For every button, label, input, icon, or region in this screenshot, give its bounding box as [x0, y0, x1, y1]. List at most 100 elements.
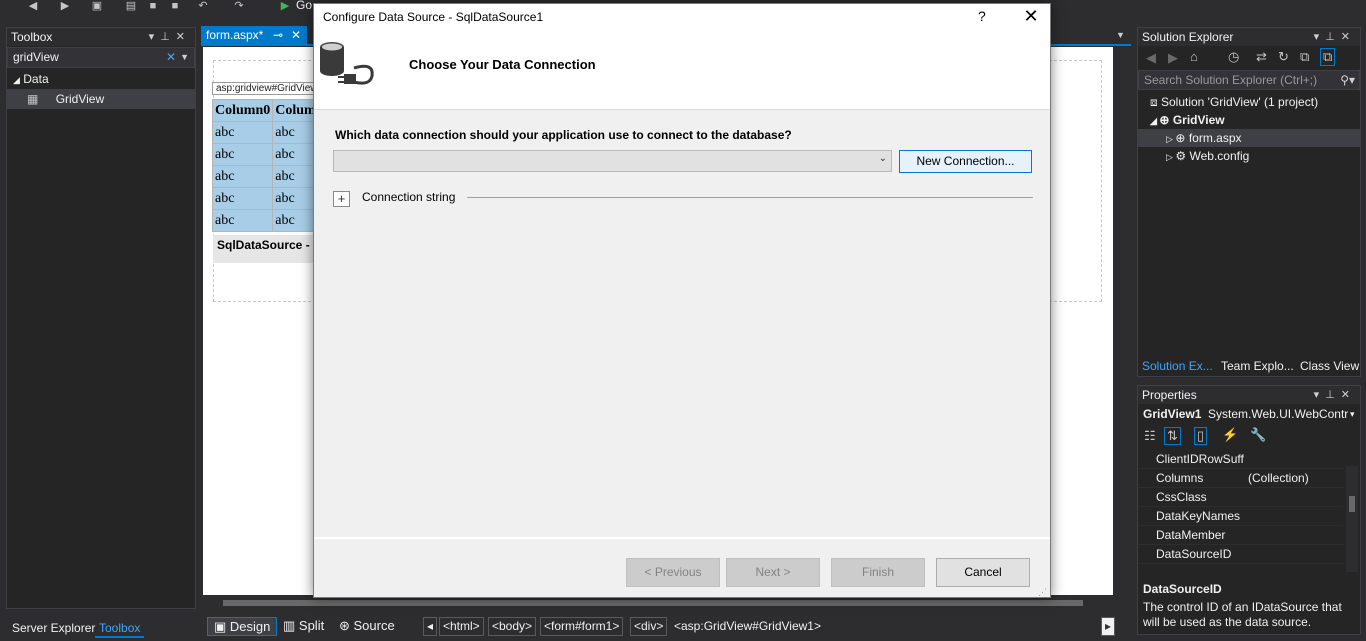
run-icon[interactable]: ▶: [278, 0, 292, 12]
tab-toolbox[interactable]: Toolbox: [95, 620, 145, 638]
grid-cell: abc: [211, 209, 274, 232]
close-icon[interactable]: ✕: [1341, 31, 1356, 43]
history-icon[interactable]: ◷: [1228, 49, 1239, 65]
next-button[interactable]: Next >: [726, 558, 820, 587]
dropdown-icon[interactable]: ▾: [149, 31, 161, 43]
tab-overflow-icon[interactable]: ▼: [1116, 30, 1125, 40]
sqldatasource-control[interactable]: SqlDataSource - SqlDataSource1: [213, 235, 323, 263]
view-design-button[interactable]: ▣ Design: [207, 617, 278, 636]
pin-icon[interactable]: ⊸: [273, 26, 283, 45]
new-project-icon[interactable]: ▣: [90, 0, 104, 12]
solution-explorer-search-input[interactable]: Search Solution Explorer (Ctrl+;) ⚲▾: [1138, 70, 1360, 90]
view-split-button[interactable]: ▥ Split: [277, 617, 330, 636]
categorized-icon[interactable]: ☷: [1144, 428, 1156, 444]
breadcrumb-item[interactable]: <div>: [630, 617, 668, 636]
collapse-all-icon[interactable]: ⧉: [1300, 49, 1309, 65]
design-icon: ▣: [214, 619, 230, 634]
scrollbar-thumb[interactable]: [1349, 496, 1355, 512]
collapse-icon[interactable]: ◢: [13, 75, 20, 85]
property-row[interactable]: CssClass: [1138, 488, 1343, 507]
properties-panel: Properties ▾⊥✕ GridView1 System.Web.UI.W…: [1137, 385, 1361, 635]
save-all-icon[interactable]: ■: [168, 0, 182, 12]
property-row[interactable]: DataSourceID: [1138, 545, 1343, 564]
home-icon[interactable]: ⌂: [1190, 49, 1198, 64]
save-icon[interactable]: ■: [146, 0, 160, 12]
pin-icon[interactable]: ⊥: [1325, 31, 1341, 43]
grid-cell: abc: [211, 121, 274, 144]
finish-button[interactable]: Finish: [831, 558, 925, 587]
config-icon: ⚙: [1175, 149, 1190, 163]
clear-search-icon[interactable]: ✕: [166, 48, 176, 67]
refresh-icon[interactable]: ↻: [1278, 49, 1289, 65]
toolbox-item-gridview[interactable]: ▦ GridView: [7, 89, 195, 109]
properties-title-bar: Properties ▾⊥✕: [1138, 386, 1360, 404]
breadcrumb-item[interactable]: <body>: [488, 617, 537, 636]
property-row[interactable]: DataMember: [1138, 526, 1343, 545]
previous-button[interactable]: < Previous: [626, 558, 720, 587]
property-grid-scrollbar[interactable]: [1346, 466, 1358, 572]
alphabetical-icon[interactable]: ⇅: [1164, 427, 1181, 445]
property-row[interactable]: DataKeyNames: [1138, 507, 1343, 526]
close-icon[interactable]: ✕: [1341, 389, 1356, 401]
pin-icon[interactable]: ⊥: [1325, 389, 1341, 401]
breadcrumb-item[interactable]: <html>: [439, 617, 484, 636]
run-target-label[interactable]: Go: [296, 0, 312, 12]
tab-form-aspx[interactable]: form.aspx* ⊸ ✕: [201, 26, 307, 45]
redo-icon[interactable]: ↷: [232, 0, 246, 12]
breadcrumb-item[interactable]: <form#form1>: [540, 617, 624, 636]
expanded-icon[interactable]: ◢: [1150, 116, 1159, 126]
search-icon[interactable]: ⚲▾: [1340, 71, 1355, 90]
search-options-icon[interactable]: ▼: [180, 48, 189, 67]
view-source-button[interactable]: ⊛ Source: [333, 617, 401, 636]
close-icon[interactable]: ✕: [1019, 6, 1043, 27]
back-icon[interactable]: ◀: [1146, 50, 1156, 66]
connection-select[interactable]: ⌄: [333, 150, 892, 172]
toolbox-category-data[interactable]: ◢ Data: [7, 69, 195, 89]
breadcrumb-scroll-left[interactable]: ◂: [423, 617, 437, 636]
tree-item-solution[interactable]: ⧈ Solution 'GridView' (1 project): [1150, 93, 1318, 111]
resize-grip-icon[interactable]: ⋰: [1038, 587, 1047, 598]
properties-icon[interactable]: ▯: [1194, 427, 1208, 445]
expand-connection-string-button[interactable]: +: [333, 191, 350, 207]
pin-icon[interactable]: ⊥: [160, 31, 176, 43]
chevron-down-icon[interactable]: ▾: [1350, 404, 1355, 424]
close-tab-icon[interactable]: ✕: [291, 26, 301, 45]
properties-object-selector[interactable]: GridView1 System.Web.UI.WebContr ▾: [1138, 404, 1360, 424]
breadcrumb-scroll-right[interactable]: ▸: [1101, 617, 1115, 636]
cancel-button[interactable]: Cancel: [936, 558, 1030, 587]
tab-solution-explorer[interactable]: Solution Ex...: [1142, 357, 1213, 377]
tree-item-web-config[interactable]: ▷ ⚙ Web.config: [1166, 147, 1249, 166]
gridview-tag[interactable]: asp:gridview#GridView1: [212, 82, 322, 95]
dropdown-icon[interactable]: ▾: [1314, 31, 1326, 43]
solution-explorer-toolbar: ◀ ▶ ⌂ ◷ ⇄ ↻ ⧉ ⧉: [1138, 46, 1360, 70]
expand-icon[interactable]: ▷: [1166, 134, 1175, 144]
sync-icon[interactable]: ⇄: [1256, 49, 1267, 65]
tab-server-explorer[interactable]: Server Explorer: [8, 620, 99, 638]
forward-icon[interactable]: ▶: [58, 0, 72, 12]
breadcrumb-item[interactable]: <asp:GridView#GridView1>: [670, 617, 825, 636]
events-icon[interactable]: ⚡: [1222, 427, 1238, 443]
web-form-icon: ⊕: [1175, 131, 1189, 145]
show-all-files-icon[interactable]: ⧉: [1320, 48, 1336, 66]
tab-class-view[interactable]: Class View: [1300, 357, 1359, 377]
new-connection-button[interactable]: New Connection...: [899, 150, 1032, 173]
back-icon[interactable]: ◀: [26, 0, 40, 12]
property-row[interactable]: ClientIDRowSuff: [1138, 450, 1343, 469]
close-icon[interactable]: ✕: [176, 31, 191, 43]
open-file-icon[interactable]: ▤: [124, 0, 138, 12]
expand-icon[interactable]: ▷: [1166, 152, 1175, 162]
tree-item-form-aspx[interactable]: ▷ ⊕ form.aspx: [1166, 129, 1242, 148]
undo-icon[interactable]: ↶: [196, 0, 210, 12]
dialog-header: Choose Your Data Connection: [314, 32, 1050, 110]
scrollbar-thumb[interactable]: [223, 600, 1083, 606]
tab-team-explorer[interactable]: Team Explo...: [1221, 357, 1294, 377]
forward-icon[interactable]: ▶: [1168, 50, 1178, 66]
connection-string-label: Connection string: [362, 190, 456, 204]
help-button[interactable]: ?: [978, 8, 986, 24]
tree-item-project[interactable]: ◢ ⊕ GridView: [1150, 111, 1225, 130]
property-row[interactable]: Columns (Collection): [1138, 469, 1343, 488]
toolbox-search-input[interactable]: gridView ✕ ▼: [7, 47, 195, 68]
dropdown-icon[interactable]: ▾: [1314, 389, 1326, 401]
property-pages-icon[interactable]: 🔧: [1250, 427, 1266, 443]
chevron-down-icon[interactable]: ⌄: [879, 153, 887, 164]
